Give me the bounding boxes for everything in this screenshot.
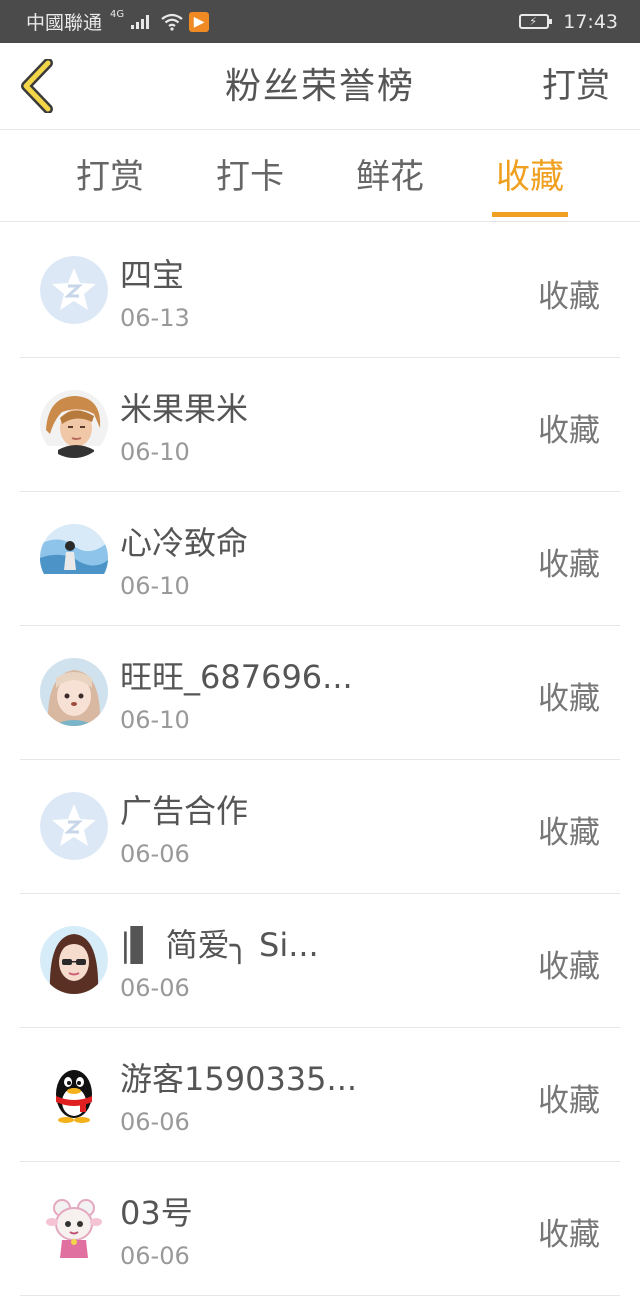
active-tab-indicator (492, 212, 568, 217)
signal-icon (131, 14, 150, 29)
list-item[interactable]: |▌ 简爱╮ Si... 06-06 收藏 (20, 894, 620, 1028)
sheep-avatar (40, 1194, 108, 1262)
app-notification-icon: ▶ (189, 11, 210, 32)
blue-scene-avatar (40, 524, 108, 592)
status-right: ⚡ 17:43 (519, 11, 618, 33)
wifi-icon (161, 13, 183, 31)
action-label: 收藏 (538, 1083, 600, 1119)
user-name: 四宝 (120, 256, 185, 294)
boy-photo-avatar (40, 390, 108, 458)
action-label: 收藏 (538, 279, 600, 315)
tab-checkin[interactable]: 打卡 (200, 130, 300, 222)
action-label: 收藏 (538, 1217, 600, 1253)
user-name: 广告合作 (120, 792, 249, 830)
girl-photo-avatar (40, 658, 108, 726)
list-item[interactable]: 广告合作 06-06 收藏 (20, 760, 620, 894)
navigation-bar: 粉丝荣誉榜 打赏 (0, 43, 640, 130)
carrier-label: 中國聯通 (26, 12, 103, 34)
tab-flowers[interactable]: 鲜花 (340, 130, 440, 222)
date-label: 06-10 (120, 572, 190, 600)
fan-list: 四宝 06-13 收藏 米果果米 06-10 收藏 心冷致命 06-10 收藏 … (0, 224, 640, 1296)
action-label: 收藏 (538, 949, 600, 985)
action-label: 收藏 (538, 681, 600, 717)
battery-icon: ⚡ (519, 14, 553, 29)
date-label: 06-06 (120, 1242, 190, 1270)
status-left: 中國聯通 4G ▶ (26, 8, 210, 35)
default-star-avatar (40, 256, 108, 324)
date-label: 06-10 (120, 438, 190, 466)
user-name: 米果果米 (120, 390, 249, 428)
action-label: 收藏 (538, 413, 600, 449)
list-item[interactable]: 03号 06-06 收藏 (20, 1162, 620, 1296)
qq-penguin-avatar (40, 1060, 108, 1128)
user-name: 03号 (120, 1194, 193, 1232)
status-bar: 中國聯通 4G ▶ ⚡ 17:43 (0, 0, 640, 43)
user-name: |▌ 简爱╮ Si... (120, 926, 319, 964)
date-label: 06-06 (120, 840, 190, 868)
user-name: 游客1590335... (120, 1060, 358, 1098)
tab-bar: 打赏 打卡 鲜花 收藏 (0, 130, 640, 222)
date-label: 06-13 (120, 304, 190, 332)
tab-reward[interactable]: 打赏 (60, 130, 160, 222)
user-name: 心冷致命 (120, 524, 249, 562)
network-type-label: 4G (110, 9, 125, 20)
list-item[interactable]: 游客1590335... 06-06 收藏 (20, 1028, 620, 1162)
action-label: 收藏 (538, 815, 600, 851)
date-label: 06-06 (120, 1108, 190, 1136)
list-item[interactable]: 心冷致命 06-10 收藏 (20, 492, 620, 626)
reward-button[interactable]: 打赏 (542, 43, 610, 130)
action-label: 收藏 (538, 547, 600, 583)
list-item[interactable]: 四宝 06-13 收藏 (20, 224, 620, 358)
tab-favorites[interactable]: 收藏 (480, 130, 580, 222)
list-item[interactable]: 旺旺_687696... 06-10 收藏 (20, 626, 620, 760)
date-label: 06-06 (120, 974, 190, 1002)
date-label: 06-10 (120, 706, 190, 734)
default-star-avatar (40, 792, 108, 860)
cartoon-girl-avatar (40, 926, 108, 994)
user-name: 旺旺_687696... (120, 658, 353, 696)
time-label: 17:43 (563, 10, 618, 33)
list-item[interactable]: 米果果米 06-10 收藏 (20, 358, 620, 492)
